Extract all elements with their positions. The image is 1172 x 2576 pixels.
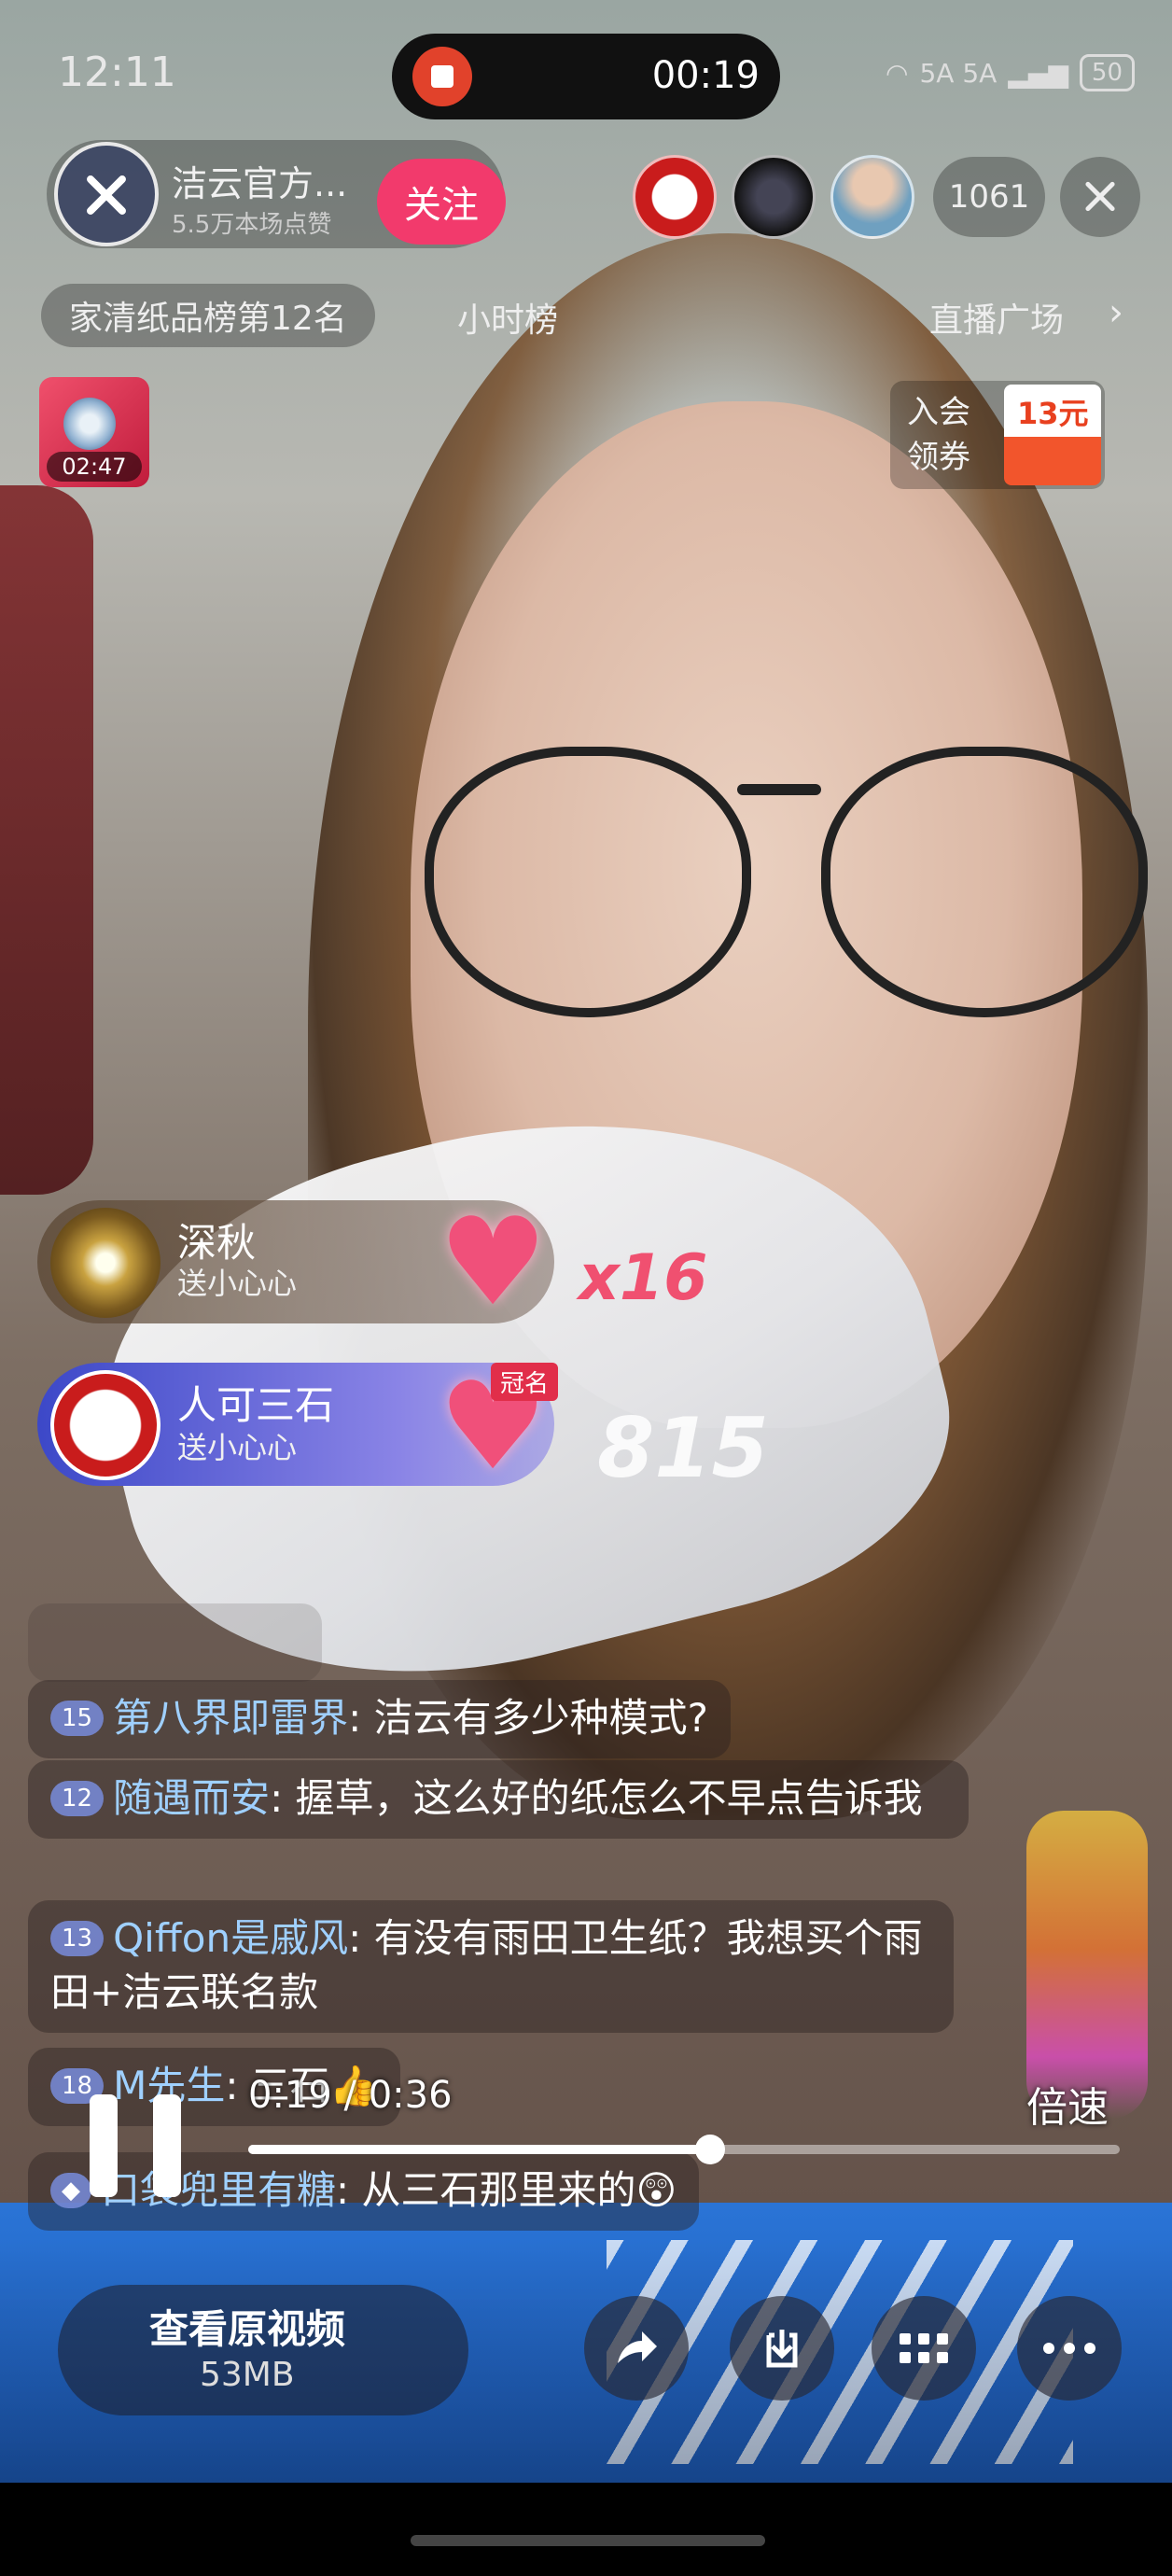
user-level-badge: 13 — [50, 1921, 105, 1956]
avatar[interactable] — [50, 1370, 160, 1480]
home-indicator — [411, 2535, 765, 2546]
playback-time: 0:19 / 0:36 — [248, 2074, 453, 2117]
view-original-label: 查看原视频 — [149, 2306, 346, 2352]
view-original-button[interactable]: 查看原视频 53MB — [58, 2285, 468, 2415]
playback-speed-button[interactable]: 倍速 — [1026, 2074, 1109, 2134]
comment-text: 洁云有多少种模式? — [373, 1695, 708, 1741]
background-decoration — [0, 485, 93, 1195]
battery-indicator: 50 — [1079, 54, 1135, 91]
gift-combo-count: 815 — [597, 1400, 769, 1496]
share-button[interactable] — [584, 2296, 689, 2401]
streamer-name[interactable]: 洁云官方... — [172, 155, 347, 206]
progress-bar[interactable] — [248, 2135, 1120, 2164]
comment-user[interactable]: 第八界即雷界 — [113, 1695, 348, 1741]
glasses-left — [425, 747, 751, 1017]
download-icon — [766, 2330, 798, 2368]
sponsor-tag: 冠名 — [491, 1363, 559, 1401]
heart-gift-icon — [439, 1191, 548, 1333]
comment-user[interactable]: 随遇而安 — [113, 1775, 270, 1821]
gift-action: 送小心心 — [177, 1430, 298, 1465]
download-button[interactable] — [730, 2296, 834, 2401]
disc-icon — [63, 398, 116, 450]
gift-action: 送小心心 — [177, 1266, 298, 1301]
comment-item[interactable]: 12 随遇而安: 握草，这么好的纸怎么不早点告诉我 — [28, 1760, 969, 1839]
live-square-link[interactable]: 直播广场 — [929, 293, 1064, 342]
user-level-badge: 15 — [50, 1701, 105, 1736]
hour-rank-link[interactable]: 小时榜 — [457, 293, 558, 342]
user-level-badge: 12 — [50, 1781, 105, 1816]
close-icon[interactable] — [54, 142, 159, 246]
viewer-avatar[interactable] — [633, 155, 717, 239]
status-time: 12:11 — [58, 49, 176, 96]
comment-user[interactable]: Qiffon是戚风 — [113, 1915, 348, 1961]
viewer-count[interactable]: 1061 — [933, 157, 1045, 237]
gift-sender-name: 人可三石 — [177, 1382, 335, 1428]
gift-combo-count: x16 — [579, 1241, 708, 1315]
follow-button[interactable]: 关注 — [377, 159, 506, 245]
network-label: 5A 5A — [919, 57, 998, 89]
more-button[interactable] — [1017, 2296, 1122, 2401]
signal-icon: ▂▄▆ — [1008, 57, 1068, 89]
comment-text: 握草，这么好的纸怎么不早点告诉我 — [295, 1775, 923, 1821]
wifi-icon: ◠ — [886, 57, 909, 89]
glasses-right — [821, 747, 1148, 1017]
grid-button[interactable] — [872, 2296, 976, 2401]
comment-item[interactable]: 15 第八界即雷界: 洁云有多少种模式? — [28, 1680, 731, 1758]
stop-record-icon[interactable] — [412, 47, 472, 106]
comment-text: 从三石那里来的😲 — [361, 2167, 677, 2213]
avatar[interactable] — [50, 1208, 160, 1318]
red-packet-timer: 02:47 — [47, 452, 142, 482]
record-timer: 00:19 — [651, 54, 760, 97]
coupon-amount: 13元 — [1017, 396, 1089, 431]
streamer-likes: 5.5万本场点赞 — [172, 211, 332, 239]
red-packet-widget[interactable]: 02:47 — [39, 377, 149, 487]
coupon-claim-label: 领券 — [907, 439, 970, 476]
share-arrow-icon — [618, 2331, 657, 2363]
category-rank-badge[interactable]: 家清纸品榜第12名 — [41, 284, 375, 347]
status-icons: ◠ 5A 5A ▂▄▆ 50 — [886, 54, 1135, 91]
viewer-avatar[interactable] — [830, 155, 914, 239]
more-icon — [1043, 2343, 1095, 2354]
screen-recording-pill[interactable]: 00:19 — [392, 34, 780, 119]
user-level-badge: ◆ — [50, 2173, 91, 2208]
glasses-bridge — [737, 784, 821, 795]
coupon-join-label: 入会 — [907, 394, 970, 431]
comment-item[interactable]: 13 Qiffon是戚风: 有没有雨田卫生纸？我想买个雨田+洁云联名款 — [28, 1900, 954, 2033]
pause-icon[interactable] — [90, 2094, 192, 2197]
gift-effect-decoration — [1026, 1811, 1148, 2119]
progress-handle[interactable] — [695, 2135, 726, 2164]
file-size-label: 53MB — [200, 2356, 295, 2394]
chevron-right-icon[interactable]: › — [1109, 291, 1123, 334]
viewer-avatar[interactable] — [732, 155, 816, 239]
exit-live-icon[interactable] — [1060, 157, 1140, 237]
grid-icon — [900, 2333, 948, 2363]
progress-fill — [248, 2145, 711, 2154]
comment-item — [28, 1603, 323, 1682]
